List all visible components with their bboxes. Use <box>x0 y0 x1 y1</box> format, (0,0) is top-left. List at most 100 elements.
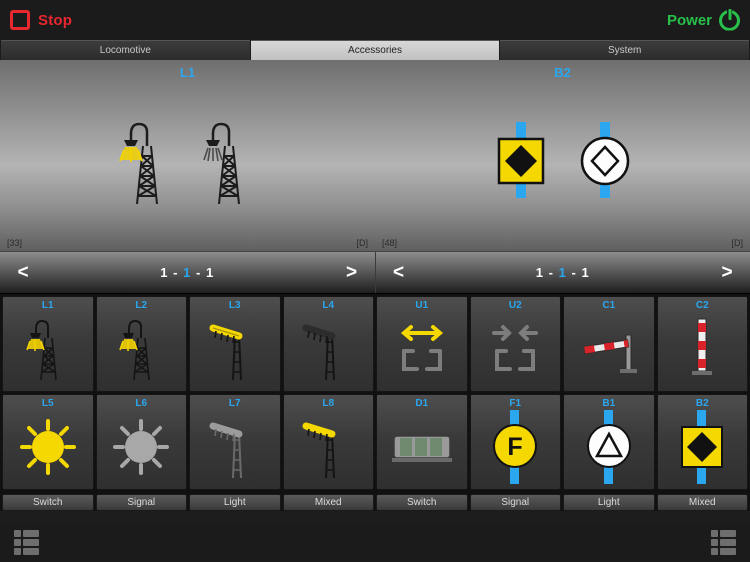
turntable-icon <box>386 422 458 472</box>
display-left-corner-right: [D] <box>356 238 368 248</box>
street-lamp-lit-icon <box>25 314 71 384</box>
accessory-footer-row: Switch Signal Light Mixed Switch Signal … <box>0 492 750 511</box>
street-lamp-dark-icon <box>298 314 358 384</box>
nav-left-next-button[interactable]: > <box>329 262 375 284</box>
accessory-button-l7[interactable]: L7 <box>189 394 281 490</box>
power-icon <box>719 8 740 31</box>
accessory-label-l8: L8 <box>322 398 335 409</box>
display-left[interactable]: L1 [33] [D] <box>0 60 375 251</box>
nav-left-sep-2: - <box>195 265 202 280</box>
display-right-icons <box>375 108 750 208</box>
accessory-label-c1: C1 <box>602 300 616 311</box>
street-lamp-yellow-icon <box>205 314 265 384</box>
display-right-corner-left: [48] <box>382 238 398 248</box>
accessory-button-b2[interactable]: B2 <box>656 394 748 490</box>
power-button[interactable]: Power <box>667 8 740 31</box>
accessory-label-l6: L6 <box>135 398 148 409</box>
sun-lamp-off-icon <box>109 415 173 479</box>
display-left-title: L1 <box>179 65 196 80</box>
accessory-grid-row-1: L1 L2 L3 L4 U1 U2 C1 C2 <box>0 296 750 392</box>
accessory-button-l1[interactable]: L1 <box>2 296 94 392</box>
accessory-label-b1: B1 <box>602 398 616 409</box>
tab-system[interactable]: System <box>500 40 750 60</box>
footer-button-mixed-left[interactable]: Mixed <box>282 494 374 511</box>
barrier-post-icon <box>680 315 724 383</box>
accessory-label-u2: U2 <box>508 300 522 311</box>
street-lamp-lit-icon <box>118 314 164 384</box>
accessory-button-c2[interactable]: C2 <box>656 296 748 392</box>
footer-button-switch-right[interactable]: Switch <box>376 494 468 511</box>
accessory-button-d1[interactable]: D1 <box>376 394 468 490</box>
display-right-corner-right: [D] <box>731 238 743 248</box>
nav-left-sep-1: - <box>173 265 179 280</box>
footer-button-light-right[interactable]: Light <box>563 494 655 511</box>
accessory-label-l4: L4 <box>322 300 335 311</box>
accessory-button-l4[interactable]: L4 <box>282 296 374 392</box>
nav-right-digit-1: 1 <box>535 265 545 280</box>
top-bar: Stop Power <box>0 0 750 40</box>
nav-right-next-button[interactable]: > <box>704 262 750 284</box>
nav-left-digit-2: 1 <box>183 265 192 280</box>
accessory-label-l3: L3 <box>228 300 241 311</box>
accessory-button-l5[interactable]: L5 <box>2 394 94 490</box>
accessory-button-l6[interactable]: L6 <box>95 394 187 490</box>
display-right-title: B2 <box>554 65 571 80</box>
footer-button-signal-right[interactable]: Signal <box>469 494 561 511</box>
footer-button-signal-left[interactable]: Signal <box>95 494 187 511</box>
accessory-button-b1[interactable]: B1 <box>563 394 655 490</box>
accessory-grid-row-2: L5 L6 L7 L8 D1 F1 F B1 B2 <box>0 394 750 490</box>
crossing-gate-icon <box>574 319 644 379</box>
accessory-button-l2[interactable]: L2 <box>95 296 187 392</box>
nav-left-prev-button[interactable]: < <box>0 262 46 284</box>
nav-right: < 1 - 1 - 1 > <box>374 252 750 293</box>
converge-arrow-icon <box>484 317 546 381</box>
tab-locomotive[interactable]: Locomotive <box>1 40 250 60</box>
accessory-label-d1: D1 <box>415 398 429 409</box>
svg-text:F: F <box>508 433 523 461</box>
yellow-diamond-sign-icon <box>672 408 732 486</box>
street-lamp-dark-icon <box>201 116 257 208</box>
accessory-button-f1[interactable]: F1 F <box>469 394 561 490</box>
accessory-button-u1[interactable]: U1 <box>376 296 468 392</box>
accessory-button-l8[interactable]: L8 <box>282 394 374 490</box>
nav-right-prev-button[interactable]: < <box>376 262 422 284</box>
tab-accessories[interactable]: Accessories <box>250 40 500 60</box>
stop-label: Stop <box>38 11 73 29</box>
accessory-label-u1: U1 <box>415 300 429 311</box>
bottom-bar <box>0 522 750 562</box>
yellow-f-sign-icon: F <box>485 408 545 486</box>
accessory-label-c2: C2 <box>695 300 709 311</box>
stop-icon <box>10 10 30 30</box>
display-panel: L1 [33] [D] B2 [48] [D] <box>0 60 750 252</box>
sun-lamp-on-icon <box>16 415 80 479</box>
grid-list-icon[interactable] <box>711 529 736 555</box>
nav-left-digit-3: 1 <box>205 265 215 280</box>
nav-bar: < 1 - 1 - 1 > < 1 - 1 - 1 > <box>0 252 750 294</box>
footer-button-switch-left[interactable]: Switch <box>2 494 94 511</box>
accessory-label-f1: F1 <box>509 398 522 409</box>
display-right[interactable]: B2 [48] [D] <box>375 60 750 251</box>
stop-button[interactable]: Stop <box>10 10 72 30</box>
footer-button-mixed-right[interactable]: Mixed <box>656 494 748 511</box>
lamp-pole-grey-icon <box>205 412 265 482</box>
accessory-button-u2[interactable]: U2 <box>469 296 561 392</box>
display-left-corner-left: [33] <box>7 238 23 248</box>
accessory-label-l2: L2 <box>135 300 148 311</box>
white-circle-diamond-sign-icon <box>576 116 634 208</box>
accessory-button-l3[interactable]: L3 <box>189 296 281 392</box>
yellow-diamond-sign-icon <box>492 116 550 208</box>
nav-right-address: 1 - 1 - 1 <box>422 265 705 280</box>
grid-list-icon[interactable] <box>14 529 39 555</box>
accessory-grid: L1 L2 L3 L4 U1 U2 C1 C2 L5 L6 L7 L8 D1 F… <box>0 294 750 511</box>
accessory-label-l1: L1 <box>41 300 54 311</box>
nav-left-address: 1 - 1 - 1 <box>46 265 329 280</box>
accessory-button-c1[interactable]: C1 <box>563 296 655 392</box>
white-triangle-sign-icon <box>579 408 639 486</box>
lamp-arm-yellow-icon <box>298 412 358 482</box>
accessory-label-l7: L7 <box>228 398 241 409</box>
nav-right-digit-3: 1 <box>581 265 590 280</box>
nav-left: < 1 - 1 - 1 > <box>0 252 375 293</box>
double-arrow-icon <box>391 317 453 381</box>
street-lamp-lit-icon <box>118 116 175 208</box>
footer-button-light-left[interactable]: Light <box>189 494 281 511</box>
